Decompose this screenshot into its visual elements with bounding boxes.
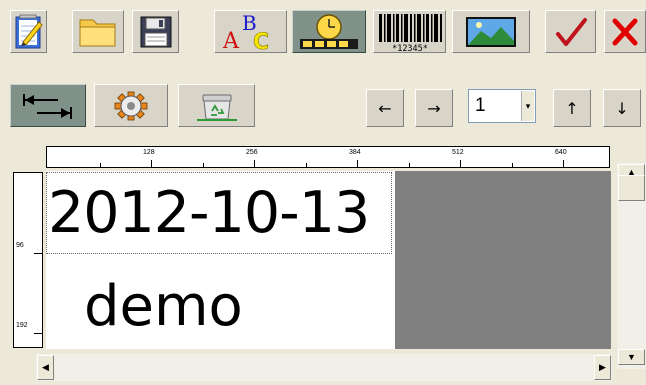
confirm-button[interactable]: [545, 10, 596, 53]
demo-text-object[interactable]: demo: [84, 271, 284, 349]
vertical-ruler: 96 192: [13, 172, 43, 348]
scroll-left-icon: ◀: [42, 362, 49, 372]
ruler-label: 512: [452, 149, 464, 156]
label-canvas[interactable]: 2012-10-13 demo: [46, 171, 611, 349]
ruler-tick: [151, 160, 152, 168]
ruler-tick: [203, 163, 204, 168]
checkmark-icon: [555, 17, 587, 46]
scroll-right-icon: ▶: [599, 362, 606, 372]
vertical-scroll-thumb[interactable]: [618, 175, 645, 201]
move-down-button[interactable]: ↓: [603, 89, 641, 127]
clock-calendar-icon: [300, 13, 358, 49]
abc-letters-icon: B A C: [222, 12, 269, 52]
label-page[interactable]: 2012-10-13 demo: [46, 171, 395, 349]
ruler-label: 640: [555, 149, 567, 156]
insert-image-button[interactable]: [452, 10, 530, 53]
ruler-tick: [254, 160, 255, 168]
ruler-tick: [512, 163, 513, 168]
scroll-down-icon: ▼: [627, 352, 636, 362]
date-text-object[interactable]: 2012-10-13: [46, 172, 392, 254]
ruler-label: 128: [143, 149, 155, 156]
vertical-scrollbar[interactable]: ▲ ▼: [617, 163, 646, 369]
scroll-down-button[interactable]: ▼: [618, 349, 645, 365]
insert-barcode-button[interactable]: *12345*: [373, 10, 446, 53]
notepad-pencil-icon: [15, 14, 43, 48]
abc-letter-a: A: [222, 29, 240, 52]
left-arrow-icon: ←: [378, 98, 392, 118]
ruler-label: 384: [349, 149, 361, 156]
move-right-button[interactable]: →: [415, 89, 453, 127]
down-arrow-icon: ↓: [615, 98, 629, 118]
folder-icon: [79, 19, 116, 46]
abc-letter-c: C: [253, 30, 269, 52]
barcode-caption: *12345*: [392, 44, 428, 53]
save-button[interactable]: [132, 10, 179, 53]
ruler-tick: [460, 160, 461, 168]
scroll-right-button[interactable]: ▶: [594, 355, 611, 380]
page-number-value: 1: [475, 95, 486, 116]
ruler-label: 192: [16, 322, 28, 329]
ruler-tick: [100, 163, 101, 168]
ruler-tick: [34, 253, 42, 254]
open-folder-button[interactable]: [72, 10, 124, 53]
right-arrow-icon: →: [427, 98, 441, 118]
ruler-tick: [306, 163, 307, 168]
up-arrow-icon: ↑: [565, 98, 579, 118]
ruler-tick: [563, 160, 564, 168]
bidirectional-arrows-icon: [23, 93, 72, 119]
move-up-button[interactable]: ↑: [553, 89, 591, 127]
settings-button[interactable]: [94, 84, 168, 127]
landscape-picture-icon: [466, 16, 516, 47]
horizontal-scrollbar[interactable]: ◀ ▶: [36, 354, 612, 381]
chevron-down-icon[interactable]: ▾: [521, 91, 534, 121]
ruler-tick: [409, 163, 410, 168]
insert-text-button[interactable]: B A C: [214, 10, 287, 53]
scroll-left-button[interactable]: ◀: [37, 355, 54, 380]
barcode-icon: *12345*: [378, 13, 442, 53]
ruler-label: 256: [246, 149, 258, 156]
horizontal-ruler: 128 256 384 512 640: [46, 146, 610, 168]
page-number-spinner[interactable]: 1 ▾: [468, 89, 536, 123]
align-arrows-button[interactable]: [10, 84, 86, 127]
insert-datetime-button[interactable]: [292, 10, 366, 53]
ruler-tick: [357, 160, 358, 168]
ruler-label: 96: [16, 242, 24, 249]
move-left-button[interactable]: ←: [366, 89, 404, 127]
recycle-bin-icon: [196, 94, 237, 121]
ruler-tick: [34, 333, 42, 334]
recycle-button[interactable]: [178, 84, 255, 127]
new-document-button[interactable]: [10, 10, 47, 53]
x-close-icon: [612, 18, 638, 45]
gear-icon: [114, 91, 148, 120]
floppy-disk-icon: [140, 16, 171, 47]
close-button[interactable]: [604, 10, 646, 53]
